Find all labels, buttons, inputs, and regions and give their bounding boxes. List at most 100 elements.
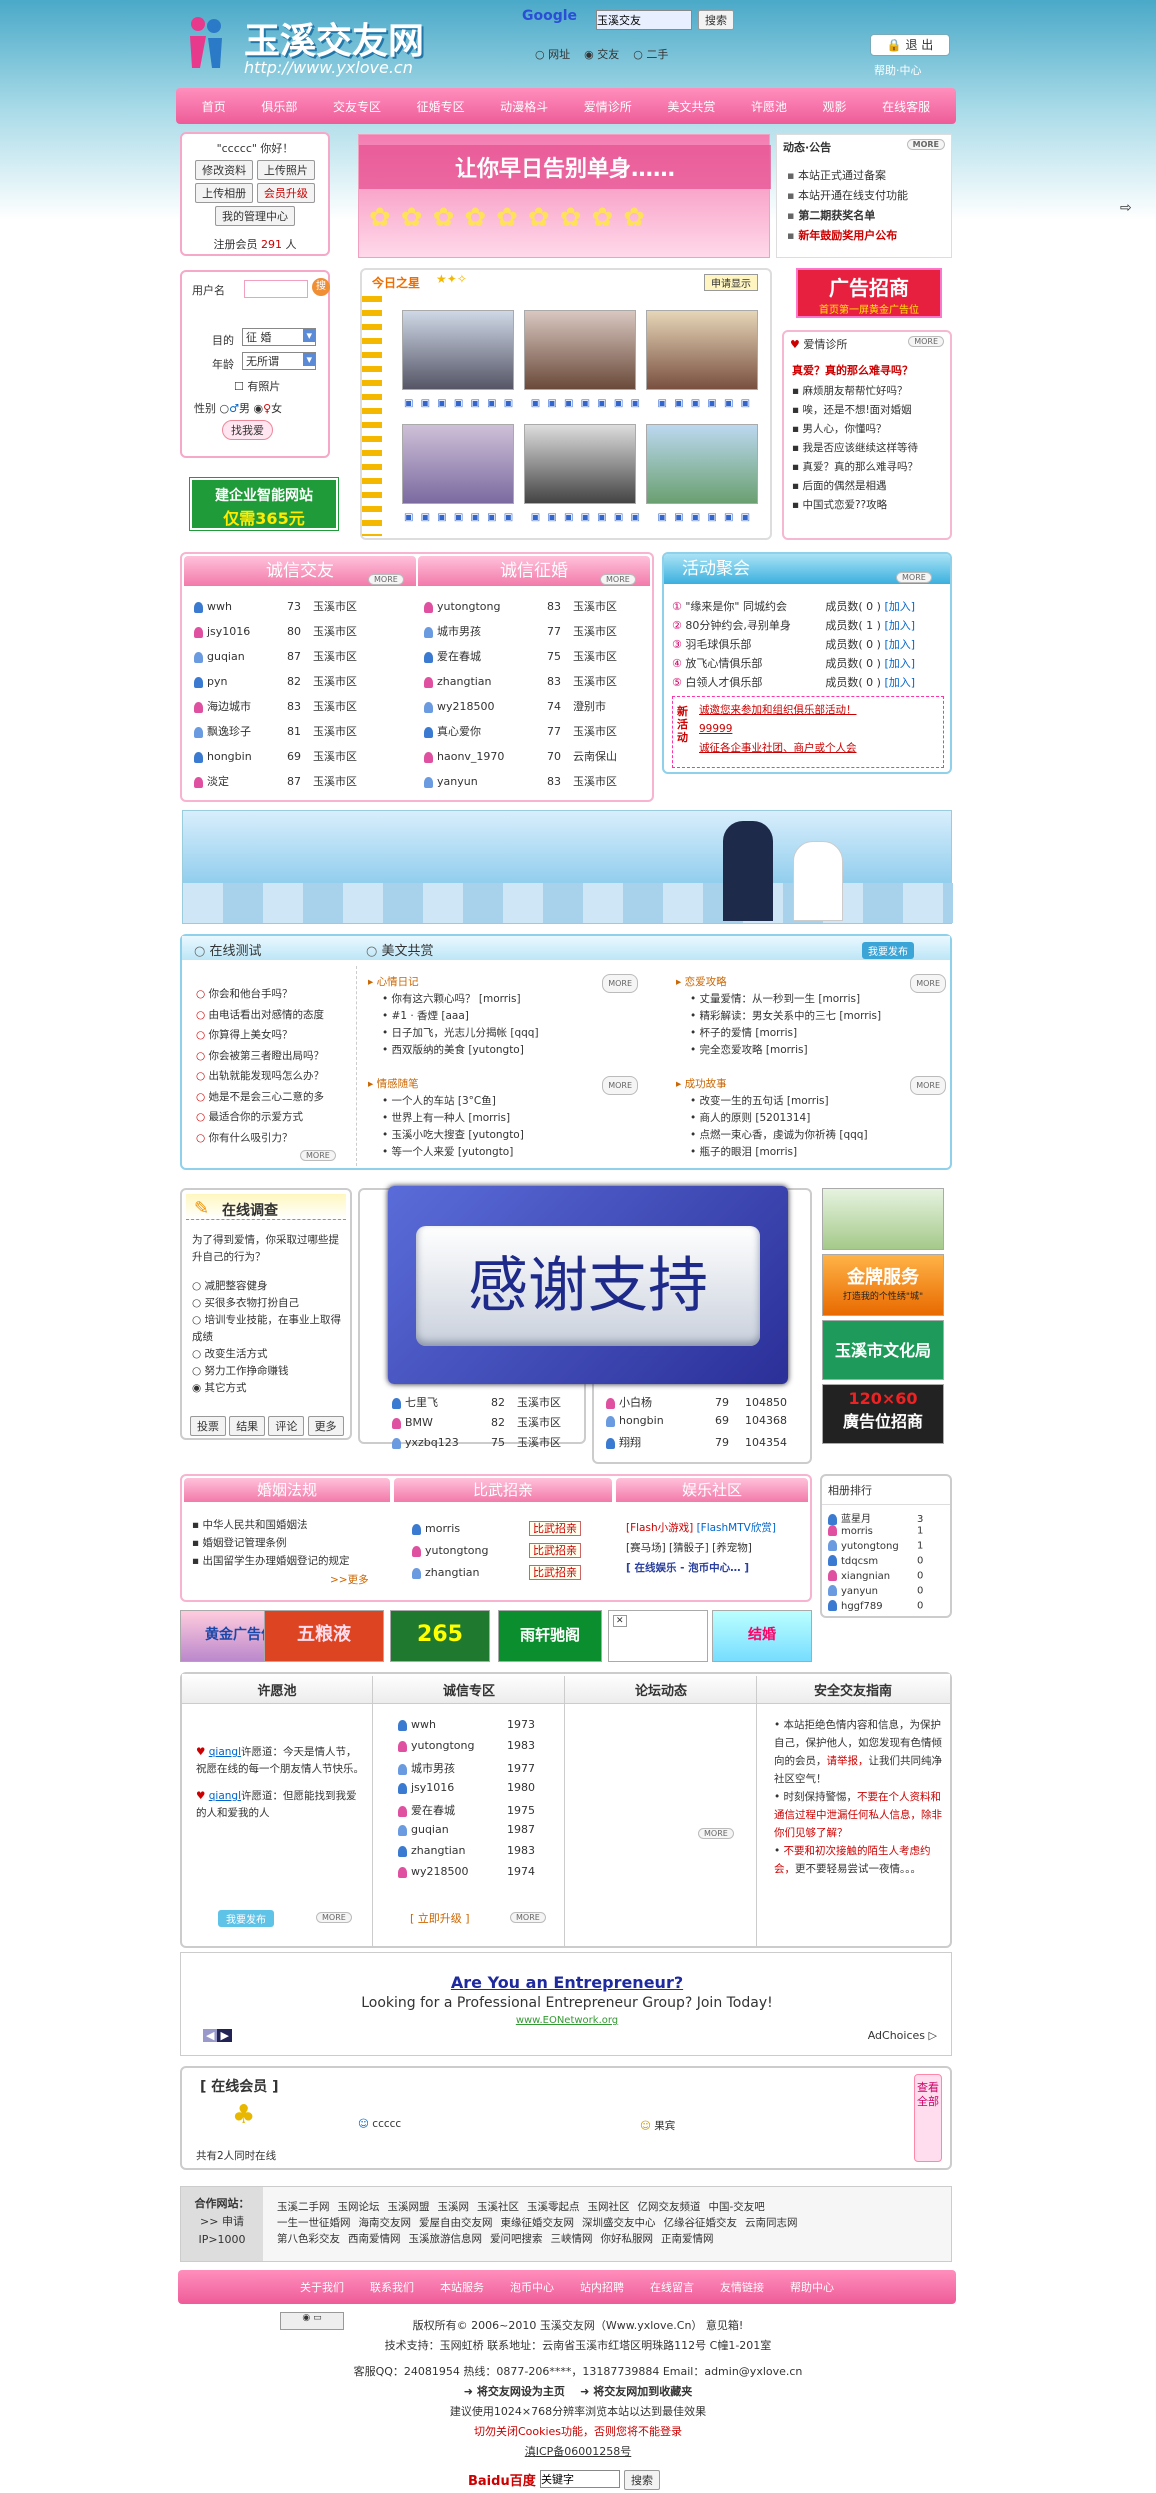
partner-link[interactable]: 玉溪旅游信息网	[409, 2233, 483, 2245]
essay-item[interactable]: • 世界上有一种人 [morris]	[368, 1110, 638, 1127]
essay-item[interactable]: • 杯子的爱情 [morris]	[676, 1025, 946, 1042]
nav-home[interactable]: 首页	[202, 98, 226, 115]
wuliangye-ad[interactable]: 五粮液	[264, 1610, 384, 1662]
photo-rank-row[interactable]: hggf789 0	[828, 1600, 938, 1612]
search-input[interactable]	[596, 10, 692, 30]
partner-link[interactable]: 玉溪二手网	[277, 2201, 330, 2213]
essay-item[interactable]: • 玉溪小吃大搜查 [yutongto]	[368, 1127, 638, 1144]
website-ad[interactable]: 建企业智能网站 仅需365元	[189, 477, 339, 531]
essay-item[interactable]: • 完全恋爱攻略 [morris]	[676, 1042, 946, 1059]
footer-link[interactable]: 本站服务	[440, 2279, 484, 2295]
go-button[interactable]: 搜	[312, 278, 330, 296]
credit-row[interactable]: guqian 1987	[398, 1823, 535, 1836]
gold-service-ad[interactable]: 金牌服务 打造我的个性绣"城"	[822, 1254, 944, 1316]
law-item[interactable]: ▪ 出国留学生办理婚姻登记的规定	[192, 1552, 349, 1570]
purpose-select[interactable]: 征 婚 ▾	[242, 328, 316, 346]
survey-option[interactable]: ○ 买很多衣物打扮自己	[192, 1295, 344, 1312]
photo-rank-row[interactable]: morris 1	[828, 1525, 938, 1537]
partner-link[interactable]: 亿网交友频道	[638, 2201, 701, 2213]
ent-link[interactable]: [赛马场]	[626, 1542, 666, 1554]
test-item[interactable]: ○ 她是不是会三心二意的多	[196, 1087, 324, 1108]
wish-more[interactable]: MORE	[316, 1912, 352, 1923]
member-row[interactable]: 飘逸珍子 81 玉溪市区	[194, 723, 357, 739]
contest-row[interactable]: zhangtian 比武招亲	[412, 1564, 581, 1580]
partner-link[interactable]: 玉网论坛	[338, 2201, 380, 2213]
essay-item[interactable]: • 丈量爱情：从一秒到一生 [morris]	[676, 991, 946, 1008]
activity-row[interactable]: ③ 羽毛球俱乐部 成员数( 0 ) [加入]	[672, 636, 915, 652]
rank-row[interactable]: 翔翔 79 104354	[606, 1434, 787, 1450]
member-row[interactable]: jsy1016 80 玉溪市区	[194, 623, 357, 639]
partner-link[interactable]: 玉溪网	[438, 2201, 470, 2213]
footer-link[interactable]: 在线留言	[650, 2279, 694, 2295]
scroll-arrow-icon[interactable]: ⇨	[1120, 200, 1132, 216]
member-row[interactable]: wwh 73 玉溪市区	[194, 598, 357, 614]
member-row[interactable]: wy218500 74 澄别市	[424, 698, 606, 714]
test-item[interactable]: ○ 你算得上美女吗？	[196, 1025, 324, 1046]
member-row[interactable]: 淡定 87 玉溪市区	[194, 773, 357, 789]
culture-bureau-ad[interactable]: 玉溪市文化局	[822, 1320, 944, 1380]
activity-row[interactable]: ④ 放飞心情俱乐部 成员数( 0 ) [加入]	[672, 655, 915, 671]
test-item[interactable]: ○ 出轨就能发现吗怎么办？	[196, 1066, 324, 1087]
apply-display-button[interactable]: 申请显示	[704, 274, 758, 291]
upgrade-button[interactable]: 会员升级	[256, 183, 315, 203]
photo-rank-row[interactable]: xiangnian 0	[828, 1570, 938, 1582]
survey-option[interactable]: ◉ 其它方式	[192, 1380, 344, 1397]
member-action-icons[interactable]: ▣ ▣ ▣ ▣ ▣ ▣ ▣ ▣ ▣ ▣ ▣ ▣ ▣ ▣ ▣ ▣ ▣ ▣ ▣ ▣	[404, 512, 752, 523]
comment-button[interactable]: 评论	[268, 1416, 305, 1436]
activity-more[interactable]: MORE	[896, 572, 932, 583]
find-love-button[interactable]: 找我爱	[222, 420, 273, 440]
search-button[interactable]: 搜索	[698, 10, 734, 30]
radio-used-icon[interactable]: ○	[633, 48, 643, 61]
ad-nav-arrows[interactable]: ◀ ▶	[203, 2029, 232, 2042]
contest-row[interactable]: morris 比武招亲	[412, 1520, 581, 1536]
broken-ad-slot[interactable]: ✕	[608, 1610, 708, 1662]
result-button[interactable]: 结果	[229, 1416, 266, 1436]
footer-link[interactable]: 帮助中心	[790, 2279, 834, 2295]
partner-link[interactable]: 玉溪社区	[477, 2201, 519, 2213]
partner-link[interactable]: 西南爱情网	[348, 2233, 401, 2245]
law-item[interactable]: ▪ 婚姻登记管理条例	[192, 1534, 349, 1552]
yuxuan-ad[interactable]: 雨轩驰阁	[498, 1610, 602, 1662]
clinic-item[interactable]: ▪ 麻烦朋友帮帮忙好吗？	[792, 382, 942, 401]
credit-more[interactable]: MORE	[510, 1912, 546, 1923]
essay-item[interactable]: • 等一个人来爱 [yutongto]	[368, 1144, 638, 1161]
add-fav-link[interactable]: 将交友网加到收藏夹	[593, 2385, 692, 2398]
partner-link[interactable]: 亿缘谷征婚交友	[664, 2217, 738, 2229]
nav-essay[interactable]: 美文共赏	[667, 98, 715, 115]
partner-link[interactable]: 玉网社区	[588, 2201, 630, 2213]
partner-link[interactable]: 玉溪零起点	[527, 2201, 580, 2213]
credit-row[interactable]: wwh 1973	[398, 1718, 535, 1731]
member-row[interactable]: 七里飞 82 玉溪市区	[392, 1394, 561, 1410]
set-home-link[interactable]: 将交友网设为主页	[477, 2385, 565, 2398]
ent-footer[interactable]: [ 在线娱乐 - 泡币中心… ]	[626, 1558, 806, 1578]
essay-item[interactable]: • 西双版纳的美食 [yutongto]	[368, 1042, 638, 1059]
partners-apply[interactable]: >> 申请	[181, 2213, 263, 2231]
credit-row[interactable]: 爱在春城 1975	[398, 1802, 535, 1818]
nav-club[interactable]: 俱乐部	[261, 98, 297, 115]
google-ad[interactable]: Are You an Entrepreneur? Looking for a P…	[180, 1952, 952, 2056]
member-row[interactable]: hongbin 69 玉溪市区	[194, 748, 357, 764]
partner-link[interactable]: 中国-交友吧	[709, 2201, 765, 2213]
edit-profile-button[interactable]: 修改资料	[195, 160, 254, 180]
more-button[interactable]: 更多	[307, 1416, 344, 1436]
member-row[interactable]: haonv_1970 70 云南保山	[424, 748, 617, 764]
member-row[interactable]: yanyun 83 玉溪市区	[424, 773, 617, 789]
ent-link[interactable]: [Flash小游戏]	[626, 1522, 693, 1534]
photo-rank-row[interactable]: 蓝星月 3	[828, 1510, 938, 1525]
wish-publish-button[interactable]: 我要发布	[218, 1910, 274, 1927]
clinic-more[interactable]: MORE	[908, 336, 944, 347]
partner-link[interactable]: 正南爱情网	[661, 2233, 714, 2245]
rank-row[interactable]: hongbin 69 104368	[606, 1414, 787, 1427]
survey-option[interactable]: ○ 改变生活方式	[192, 1346, 344, 1363]
ad-recruit-banner[interactable]: 广告招商 首页第一屏黄金广告位	[796, 268, 942, 318]
vote-button[interactable]: 投票	[190, 1416, 226, 1436]
partner-link[interactable]: 爱问吧搜索	[490, 2233, 543, 2245]
survey-option[interactable]: ○ 培训专业技能，在事业上取得成绩	[192, 1312, 344, 1346]
photo-rank-row[interactable]: yutongtong 1	[828, 1540, 938, 1552]
baidu-search-button[interactable]: 搜索	[624, 2470, 660, 2490]
ent-link[interactable]: [猜骰子]	[669, 1542, 709, 1554]
wish-entry[interactable]: ♥ qiangl许愿道：但愿能找到我爱的人和爱我的人	[196, 1788, 364, 1822]
activity-news[interactable]: 诚征各企事业社团、商户或个人会	[699, 739, 857, 758]
footer-link[interactable]: 联系我们	[370, 2279, 414, 2295]
law-item[interactable]: ▪ 中华人民共和国婚姻法	[192, 1516, 349, 1534]
